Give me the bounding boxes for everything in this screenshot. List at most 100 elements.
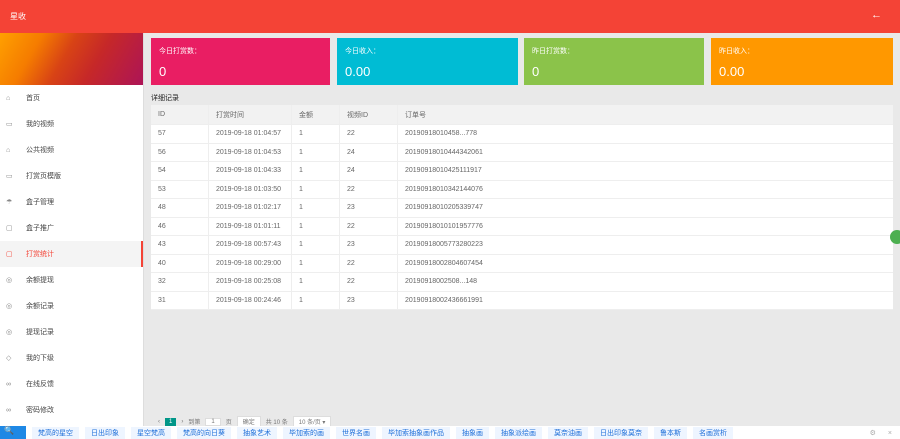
cell-video-id: 22 xyxy=(340,180,398,198)
search-tag[interactable]: 毕加索的画 xyxy=(283,426,330,439)
search-tag[interactable]: 鲁本斯 xyxy=(654,426,687,439)
cell-video-id: 22 xyxy=(340,273,398,291)
sidebar-item[interactable]: ⌂ 公共视频 xyxy=(0,137,143,163)
cell-amount: 1 xyxy=(292,236,340,254)
cell-id: 56 xyxy=(151,143,209,161)
search-tag[interactable]: 世界名画 xyxy=(336,426,376,439)
cell-video-id: 22 xyxy=(340,217,398,235)
cell-id: 43 xyxy=(151,236,209,254)
cell-amount: 1 xyxy=(292,162,340,180)
col-amount: 金额 xyxy=(292,105,340,124)
sidebar-item[interactable]: ◎ 提现记录 xyxy=(0,319,143,345)
goto-label: 到第 xyxy=(188,420,201,426)
search-tag[interactable]: 梵高的星空 xyxy=(32,426,79,439)
search-tag[interactable]: 梵高的向日葵 xyxy=(177,426,231,439)
sidebar-item[interactable]: ▭ 我的视频 xyxy=(0,111,143,137)
sidebar-item-label: 打赏页模版 xyxy=(26,173,61,180)
sidebar-item[interactable]: ▢ 打赏统计 xyxy=(0,241,143,267)
stat-value: 0.00 xyxy=(345,64,371,79)
bottom-tag-bar: 🔍 梵高的星空 日出印象 星空梵高 梵高的向日葵 抽象艺术 毕加索的画 世界名画 毕加索抽象画… xyxy=(0,426,900,439)
total-count: 共 10 条 xyxy=(265,420,288,426)
sidebar-item[interactable]: ▢ 盒子推广 xyxy=(0,215,143,241)
stat-card: 昨日打赏数： 0 xyxy=(524,38,704,85)
floating-button[interactable] xyxy=(890,230,900,244)
search-tag[interactable]: 抽象艺术 xyxy=(237,426,277,439)
back-arrow-icon[interactable]: ← xyxy=(871,9,882,21)
sidebar-item-label: 打赏统计 xyxy=(26,251,54,258)
search-tag[interactable]: 日出印象莫奈 xyxy=(594,426,648,439)
nav-icon: ▭ xyxy=(6,173,13,180)
cell-time: 2019-09-18 00:29:00 xyxy=(209,254,292,272)
cell-amount: 1 xyxy=(292,143,340,161)
top-header: 星收 ← xyxy=(0,0,900,33)
cell-order-no: 20190918010458...778 xyxy=(405,130,478,138)
section-title: 详细记录 xyxy=(151,95,179,102)
settings-icon[interactable]: ⚙ xyxy=(870,430,876,437)
cell-time: 2019-09-18 01:04:53 xyxy=(209,143,292,161)
sidebar-item[interactable]: ◎ 余额提现 xyxy=(0,267,143,293)
cell-amount: 1 xyxy=(292,273,340,291)
search-tag[interactable]: 日出印象 xyxy=(85,426,125,439)
nav-icon: ⌂ xyxy=(6,146,11,154)
stat-value: 0.00 xyxy=(719,64,745,79)
search-tag[interactable]: 星空梵高 xyxy=(131,426,171,439)
sidebar-item[interactable]: ▭ 打赏页模版 xyxy=(0,163,143,189)
cell-time: 2019-09-18 01:04:33 xyxy=(209,162,292,180)
sidebar: ⌂ 首页 ▭ 我的视频 ⌂ 公共视频 ▭ 打赏页模版 ☂ 盒子管理 ▢ 盒子推广 ▢ 打赏统计 ◎ 余额提现 ◎… xyxy=(0,33,144,426)
cell-order-no: 20190918002508...148 xyxy=(405,278,478,286)
stat-value: 0 xyxy=(532,64,540,79)
search-tag[interactable]: 抽象派绘画 xyxy=(495,426,542,439)
sidebar-item-label: 首页 xyxy=(26,95,40,102)
cell-amount: 1 xyxy=(292,199,340,217)
stat-card: 今日打赏数： 0 xyxy=(151,38,330,85)
prev-page-button[interactable]: ‹ xyxy=(158,419,160,425)
cell-order-no: 20190918010342144076 xyxy=(405,185,483,193)
nav-icon: ▢ xyxy=(6,225,13,232)
sidebar-item[interactable]: ☂ 盒子管理 xyxy=(0,189,143,215)
search-tag[interactable]: 抽象画 xyxy=(456,426,489,439)
col-id: ID xyxy=(151,105,209,124)
cell-order-no: 20190918002436661991 xyxy=(405,296,483,304)
sidebar-item-label: 提现记录 xyxy=(26,329,54,336)
next-page-button[interactable]: › xyxy=(181,419,183,425)
search-tag[interactable]: 名画赏析 xyxy=(693,426,733,439)
table-row: 31 2019-09-18 00:24:46 1 23 2019091800243666… xyxy=(151,291,893,310)
search-icon[interactable]: 🔍 xyxy=(0,426,26,439)
sidebar-item-label: 盒子推广 xyxy=(26,225,54,232)
search-tag[interactable]: 毕加索抽象画作品 xyxy=(382,426,450,439)
cell-id: 53 xyxy=(151,180,209,198)
cell-order-no: 20190918010444342061 xyxy=(405,148,483,156)
table-row: 48 2019-09-18 01:02:17 1 23 2019091801020533… xyxy=(151,199,893,218)
app-title: 星收 xyxy=(10,12,26,21)
col-time: 打赏时间 xyxy=(209,105,292,124)
sidebar-item-label: 公共视频 xyxy=(26,147,54,154)
search-tag[interactable]: 莫奈油画 xyxy=(548,426,588,439)
sidebar-item[interactable]: ∞ 在线反馈 xyxy=(0,371,143,397)
cell-amount: 1 xyxy=(292,180,340,198)
sidebar-banner xyxy=(0,33,143,85)
page-1-button[interactable]: 1 xyxy=(165,417,177,426)
table-row: 32 2019-09-18 00:25:08 1 22 20190918002508..… xyxy=(151,273,893,292)
sidebar-item[interactable]: ◇ 我的下级 xyxy=(0,345,143,371)
sidebar-item[interactable]: ◎ 余额记录 xyxy=(0,293,143,319)
sidebar-item-label: 盒子管理 xyxy=(26,199,54,206)
sidebar-item[interactable]: ∞ 密码修改 xyxy=(0,397,143,423)
sidebar-item[interactable]: ⌂ 首页 xyxy=(0,85,143,111)
stat-label: 昨日收入： xyxy=(719,48,754,55)
table-header: ID 打赏时间 金额 视频ID 订单号 xyxy=(151,105,893,125)
cell-order-no: 20190918010425111917 xyxy=(405,167,482,175)
close-icon[interactable]: × xyxy=(888,430,892,437)
page-input[interactable]: 1 xyxy=(205,417,221,426)
cell-video-id: 22 xyxy=(340,125,398,143)
cell-order-no: 20190918010101957776 xyxy=(405,222,483,230)
cell-time: 2019-09-18 01:01:11 xyxy=(209,217,292,235)
table-row: 40 2019-09-18 00:29:00 1 22 2019091800280460… xyxy=(151,254,893,273)
col-video-id: 视频ID xyxy=(340,105,398,124)
col-order-no: 订单号 xyxy=(405,111,426,119)
records-table: ID 打赏时间 金额 视频ID 订单号 57 2019-09-18 01:04:5… xyxy=(151,105,893,310)
cell-video-id: 23 xyxy=(340,291,398,309)
stat-label: 昨日打赏数： xyxy=(532,48,574,55)
nav-icon: ▢ xyxy=(6,251,13,258)
table-row: 53 2019-09-18 01:03:50 1 22 2019091801034214… xyxy=(151,180,893,199)
cell-video-id: 23 xyxy=(340,199,398,217)
